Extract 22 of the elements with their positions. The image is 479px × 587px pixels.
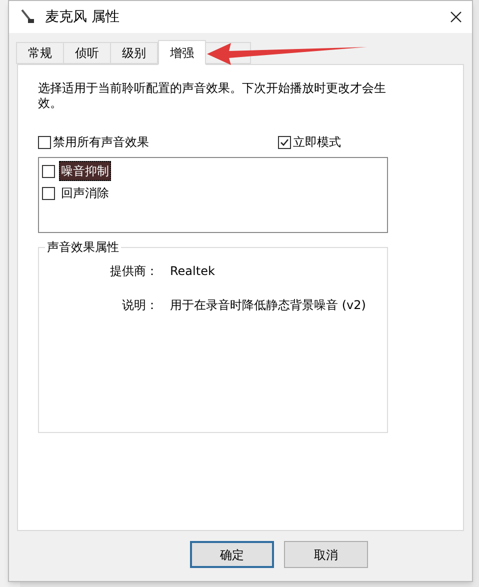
tab[interactable]: 常规 (16, 42, 64, 64)
window-title: 麦克风 属性 (45, 8, 120, 26)
checkbox[interactable] (42, 186, 55, 200)
immediate-mode-checkbox[interactable]: 立即模式 (278, 133, 341, 151)
close-icon[interactable] (450, 11, 462, 23)
disable-all-checkbox[interactable]: 禁用所有声音效果 (38, 133, 278, 151)
tab[interactable]: 级别 (110, 42, 158, 64)
check-icon (279, 136, 290, 148)
dialog-button[interactable]: 确定 (190, 541, 274, 568)
effect-label[interactable]: 回声消除 (59, 183, 111, 203)
property-label: 提供商： (109, 263, 159, 280)
microphone-icon (19, 8, 37, 26)
dialog-button[interactable]: 取消 (284, 541, 368, 568)
group-title: 声音效果属性 (45, 240, 121, 255)
tab[interactable]: 侦听 (63, 42, 111, 64)
effect-label[interactable]: 噪音抑制 (59, 161, 111, 181)
description-text: 选择适用于当前聆听配置的声音效果。下次开始播放时更改才会生效。 (38, 81, 387, 111)
property-value: 用于在录音时降低静态背景噪音 (v2) (170, 297, 366, 314)
tab[interactable]: 增强 (158, 40, 206, 65)
checkbox[interactable] (42, 164, 55, 178)
property-value: Realtek (170, 263, 215, 280)
property-label: 说明： (121, 297, 159, 314)
